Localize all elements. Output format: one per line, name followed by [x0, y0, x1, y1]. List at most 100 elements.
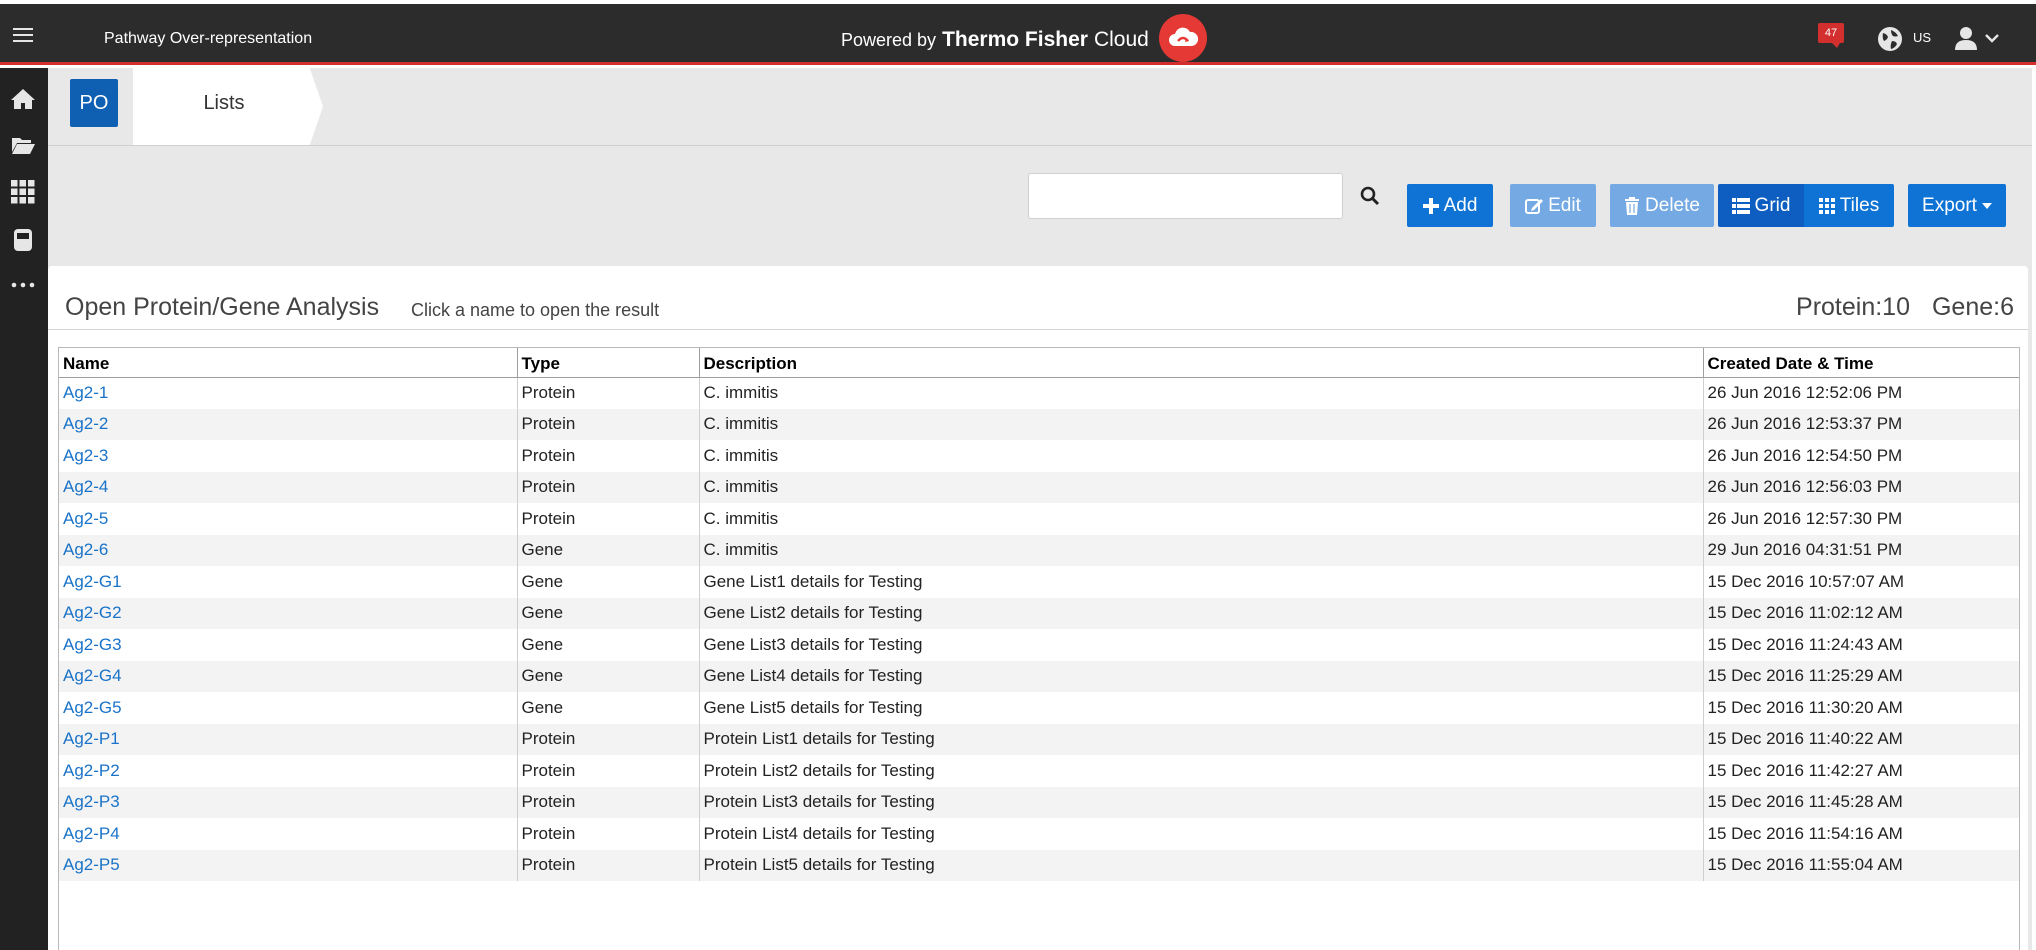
table-row[interactable]: Ag2-5 Protein C. immitis 26 Jun 2016 12:57:…	[59, 503, 2019, 535]
table-row[interactable]: Ag2-2 Protein C. immitis 26 Jun 2016 12:53:…	[59, 408, 2019, 440]
panel-header: Open Protein/Gene Analysis Click a name …	[48, 266, 2028, 330]
caret-down-icon	[1981, 202, 1992, 209]
cell-name: Ag2-P5	[59, 849, 518, 881]
home-icon[interactable]	[10, 86, 36, 112]
cell-created: 15 Dec 2016 11:40:22 AM	[1703, 723, 2019, 755]
cell-description: Protein List3 details for Testing	[699, 786, 1704, 818]
cell-type: Gene	[517, 566, 700, 598]
list-name-link[interactable]: Ag2-P4	[63, 824, 120, 843]
list-name-link[interactable]: Ag2-P3	[63, 792, 120, 811]
table-row[interactable]: Ag2-3 Protein C. immitis 26 Jun 2016 12:54:…	[59, 440, 2019, 472]
cell-type: Protein	[517, 440, 700, 472]
add-button[interactable]: Add	[1407, 184, 1493, 227]
brand-prefix: Powered by	[841, 29, 937, 50]
table-row[interactable]: Ag2-4 Protein C. immitis 26 Jun 2016 12:56:…	[59, 471, 2019, 503]
tiles-label: Tiles	[1839, 194, 1880, 216]
export-button[interactable]: Export	[1908, 184, 2006, 227]
cell-created: 15 Dec 2016 11:02:12 AM	[1703, 597, 2019, 629]
more-icon[interactable]	[10, 272, 36, 298]
breadcrumb-item[interactable]: Lists	[133, 68, 323, 145]
column-header-description[interactable]: Description	[699, 348, 1704, 378]
list-name-link[interactable]: Ag2-P5	[63, 855, 120, 874]
list-counts: Protein:10 Gene:6	[1796, 293, 2014, 322]
table-row[interactable]: Ag2-G3 Gene Gene List3 details for Testing…	[59, 629, 2019, 661]
search-input[interactable]	[1028, 173, 1343, 219]
cell-type: Protein	[517, 503, 700, 535]
list-name-link[interactable]: Ag2-G4	[63, 666, 122, 685]
delete-label: Delete	[1645, 194, 1700, 216]
user-icon[interactable]	[1952, 25, 1980, 51]
list-name-link[interactable]: Ag2-1	[63, 383, 108, 402]
tiles-view-button[interactable]: Tiles	[1804, 184, 1894, 227]
storage-icon[interactable]	[10, 227, 36, 253]
apps-grid-icon[interactable]	[10, 179, 36, 205]
breadcrumb: PO Lists	[48, 68, 2032, 146]
cell-name: Ag2-3	[59, 440, 518, 472]
cell-description: Gene List5 details for Testing	[699, 692, 1704, 724]
cell-description: C. immitis	[699, 471, 1704, 503]
cell-name: Ag2-1	[59, 377, 518, 409]
table-row[interactable]: Ag2-P5 Protein Protein List5 details for T…	[59, 849, 2019, 881]
table-row[interactable]: Ag2-P1 Protein Protein List1 details for T…	[59, 723, 2019, 755]
column-header-type[interactable]: Type	[517, 348, 700, 378]
list-name-link[interactable]: Ag2-P1	[63, 729, 120, 748]
list-name-link[interactable]: Ag2-G5	[63, 698, 122, 717]
table-row[interactable]: Ag2-G5 Gene Gene List5 details for Testing…	[59, 692, 2019, 724]
cloud-logo-icon	[1158, 14, 1207, 62]
cell-name: Ag2-P3	[59, 786, 518, 818]
cell-name: Ag2-G4	[59, 660, 518, 692]
table-row[interactable]: Ag2-G2 Gene Gene List2 details for Testing…	[59, 597, 2019, 629]
cell-type: Protein	[517, 723, 700, 755]
list-name-link[interactable]: Ag2-G2	[63, 603, 122, 622]
cell-name: Ag2-G5	[59, 692, 518, 724]
table-row[interactable]: Ag2-P4 Protein Protein List4 details for T…	[59, 818, 2019, 850]
edit-button[interactable]: Edit	[1510, 184, 1596, 227]
cell-description: C. immitis	[699, 408, 1704, 440]
language-selector[interactable]: US	[1913, 30, 1931, 45]
folder-open-icon[interactable]	[10, 132, 36, 158]
cell-created: 26 Jun 2016 12:57:30 PM	[1707, 508, 1903, 528]
cell-description: Protein List2 details for Testing	[699, 755, 1704, 787]
column-header-name[interactable]: Name	[59, 348, 518, 378]
add-label: Add	[1443, 194, 1478, 216]
column-header-created[interactable]: Created Date & Time	[1703, 348, 2019, 378]
panel-title: Open Protein/Gene Analysis	[65, 293, 380, 321]
table-row[interactable]: Ag2-G1 Gene Gene List1 details for Testing…	[59, 566, 2019, 598]
cell-created: 15 Dec 2016 11:25:29 AM	[1703, 660, 2019, 692]
cell-name: Ag2-P4	[59, 818, 518, 850]
cell-type: Gene	[517, 629, 700, 661]
list-name-link[interactable]: Ag2-G1	[63, 572, 122, 591]
cell-description: Gene List3 details for Testing	[699, 629, 1704, 661]
list-name-link[interactable]: Ag2-G3	[63, 635, 122, 654]
table-row[interactable]: Ag2-P2 Protein Protein List2 details for T…	[59, 755, 2019, 787]
app-badge[interactable]: PO	[70, 79, 118, 127]
search-button[interactable]	[1345, 173, 1395, 219]
table-row[interactable]: Ag2-P3 Protein Protein List3 details for T…	[59, 786, 2019, 818]
list-name-link[interactable]: Ag2-3	[63, 446, 108, 465]
list-name-link[interactable]: Ag2-5	[63, 509, 108, 528]
table-row[interactable]: Ag2-G4 Gene Gene List4 details for Testing…	[59, 660, 2019, 692]
cell-created: 29 Jun 2016 04:31:51 PM	[1703, 534, 2019, 566]
notification-badge[interactable]: 47	[1818, 23, 1844, 48]
cell-name: Ag2-4	[59, 471, 518, 503]
protein-count: Protein:10	[1796, 293, 1910, 321]
list-name-link[interactable]: Ag2-P2	[63, 761, 120, 780]
list-name-link[interactable]: Ag2-4	[63, 477, 108, 496]
cell-created: 15 Dec 2016 11:55:04 AM	[1703, 849, 2019, 881]
table-header-row: Name Type Description Created Date & Tim…	[59, 348, 2019, 378]
list-name-link[interactable]: Ag2-2	[63, 414, 108, 433]
menu-icon[interactable]	[13, 28, 33, 42]
cell-type: Protein	[517, 377, 700, 409]
grid-view-button[interactable]: Grid	[1718, 184, 1804, 227]
cell-created: 15 Dec 2016 11:30:20 AM	[1707, 697, 1903, 717]
list-name-link[interactable]: Ag2-6	[63, 540, 108, 559]
cell-type: Protein	[517, 849, 700, 881]
results-panel: Open Protein/Gene Analysis Click a name …	[48, 266, 2028, 950]
chevron-down-icon[interactable]	[1984, 32, 2000, 44]
cell-name: Ag2-P1	[59, 723, 518, 755]
table-row[interactable]: Ag2-1 Protein C. immitis 26 Jun 2016 12:52:…	[59, 377, 2019, 409]
table-row[interactable]: Ag2-6 Gene C. immitis 29 Jun 2016 04:31:51 …	[59, 534, 2019, 566]
cell-type: Gene	[517, 692, 700, 724]
globe-icon[interactable]	[1877, 26, 1903, 52]
delete-button[interactable]: Delete	[1610, 184, 1714, 227]
